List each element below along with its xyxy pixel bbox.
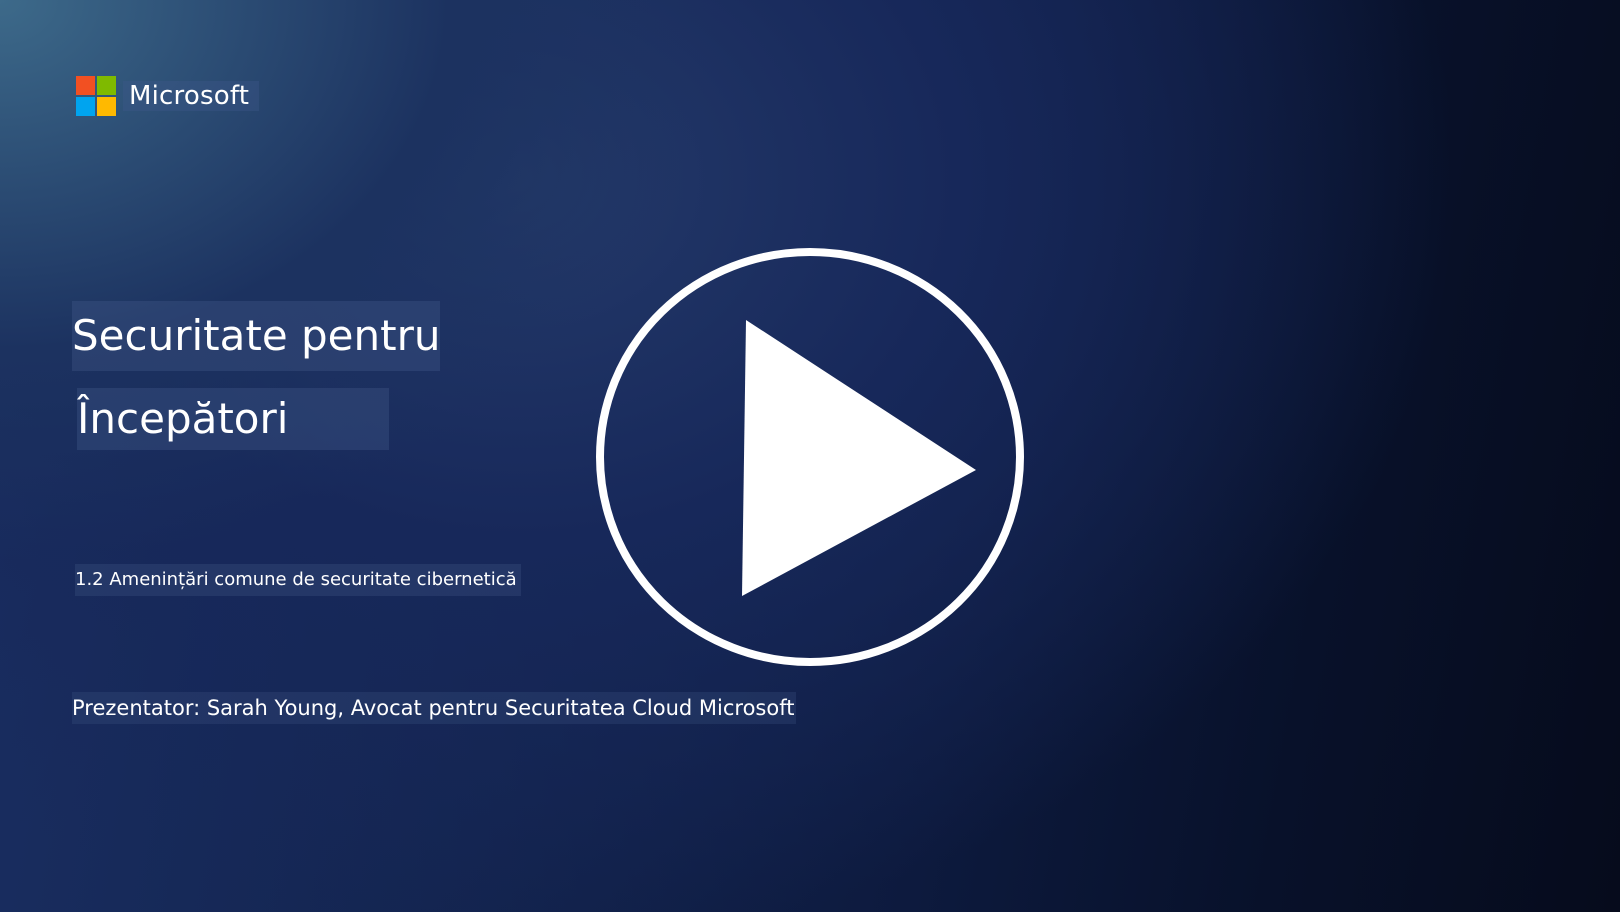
logo-square-yellow (97, 97, 116, 116)
video-thumbnail[interactable]: Microsoft Securitate pentru Începători 1… (0, 0, 1620, 912)
logo-square-blue (76, 97, 95, 116)
play-button[interactable] (594, 246, 1026, 668)
microsoft-logo-icon (76, 76, 116, 116)
title-line-1: Securitate pentru (72, 301, 440, 371)
logo-square-green (97, 76, 116, 95)
play-icon (596, 248, 1024, 666)
microsoft-logo: Microsoft (76, 76, 260, 116)
title-line-2: Începători (77, 388, 389, 450)
brand-name: Microsoft (123, 81, 260, 111)
lesson-subtitle: 1.2 Amenințări comune de securitate cibe… (75, 564, 521, 596)
presenter-credit: Prezentator: Sarah Young, Avocat pentru … (72, 692, 797, 724)
logo-square-red (76, 76, 95, 95)
